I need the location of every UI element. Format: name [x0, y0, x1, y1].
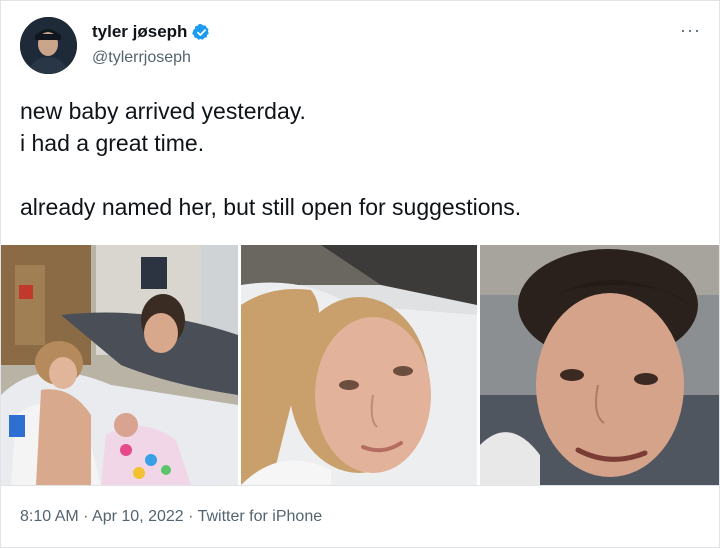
tweet-text: new baby arrived yesterday. i had a grea…	[20, 95, 700, 223]
tweet-line: i had a great time.	[20, 130, 205, 156]
tweet-meta: 8:10 AM · Apr 10, 2022 · Twitter for iPh…	[20, 508, 322, 526]
verified-badge-icon	[192, 23, 211, 42]
divider	[1, 485, 719, 486]
tweet-time[interactable]: 8:10 AM	[20, 508, 79, 525]
tweet-source[interactable]: Twitter for iPhone	[198, 508, 323, 525]
avatar[interactable]	[20, 17, 77, 74]
media-grid	[1, 245, 719, 485]
tweet-card: tyler jøseph @tylerrjoseph ··· new baby …	[0, 0, 720, 548]
more-options-icon[interactable]: ···	[680, 21, 701, 39]
photo-father[interactable]	[480, 245, 719, 485]
display-name[interactable]: tyler jøseph	[92, 22, 187, 42]
tweet-date[interactable]: Apr 10, 2022	[92, 508, 184, 525]
tweet-line: already named her, but still open for su…	[20, 194, 522, 220]
photo-hospital-room[interactable]	[1, 245, 238, 485]
handle[interactable]: @tylerrjoseph	[92, 49, 191, 67]
meta-separator: ·	[78, 508, 93, 525]
author-name-row[interactable]: tyler jøseph	[92, 22, 211, 42]
tweet-line: new baby arrived yesterday.	[20, 98, 306, 124]
photo-mother[interactable]	[241, 245, 477, 485]
meta-separator: ·	[183, 508, 198, 525]
